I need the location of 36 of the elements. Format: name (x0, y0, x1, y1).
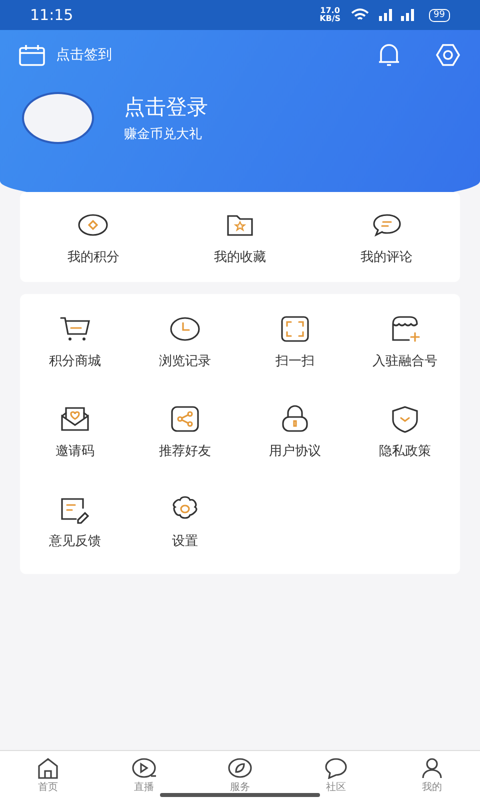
login-title[interactable]: 点击登录 (124, 93, 208, 121)
service-item[interactable]: 意见反馈 (49, 532, 101, 550)
nav-tab[interactable]: 服务 (230, 780, 250, 794)
chat-bubble-icon (324, 757, 348, 779)
wifi-icon (350, 8, 369, 22)
envelope-heart-icon (58, 404, 92, 434)
service-item[interactable]: 邀请码 (56, 442, 94, 460)
login-subtitle: 赚金币兑大礼 (124, 126, 203, 143)
clock-icon (168, 314, 202, 344)
quick-link[interactable]: 我的收藏 (214, 248, 266, 266)
battery-level: 99 (428, 8, 450, 22)
leaf-circle-icon (227, 757, 253, 779)
home-icon (36, 757, 60, 779)
scan-icon (278, 314, 312, 344)
service-item[interactable]: 推荐好友 (159, 442, 211, 460)
service-item[interactable]: 用户协议 (269, 442, 321, 460)
service-item[interactable]: 隐私政策 (379, 442, 431, 460)
nav-tab[interactable]: 社区 (326, 780, 346, 794)
quick-link[interactable]: 我的评论 (360, 248, 413, 266)
notification-icon[interactable] (376, 42, 402, 68)
calendar-icon[interactable] (18, 44, 46, 66)
quick-link[interactable]: 我的积分 (67, 248, 120, 266)
share-icon (168, 404, 202, 434)
person-icon (420, 757, 444, 779)
status-time: 11:15 (30, 6, 74, 24)
service-item[interactable]: 设置 (172, 532, 198, 550)
settings-icon[interactable] (434, 42, 462, 68)
service-item[interactable]: 扫一扫 (276, 352, 314, 370)
service-item[interactable]: 积分商城 (49, 352, 101, 370)
service-item[interactable]: 入驻融合号 (372, 352, 438, 370)
play-bubble-icon (131, 757, 157, 779)
nav-tab[interactable]: 直播 (134, 780, 154, 794)
nav-tab[interactable]: 我的 (422, 780, 442, 794)
service-item[interactable]: 浏览记录 (159, 352, 211, 370)
nav-tab[interactable]: 首页 (38, 780, 58, 794)
network-speed: 17.0 KB/S (320, 7, 341, 23)
